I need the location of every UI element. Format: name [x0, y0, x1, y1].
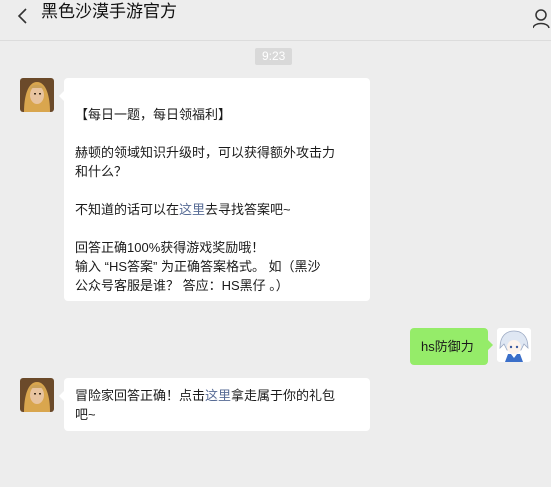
anime-girl-avatar-icon [497, 328, 531, 362]
message-line: 赫顿的领域知识升级时，可以获得额外攻击力 [75, 145, 336, 160]
message-line: 公众号客服是谁？ 答应：HS黑仔 。） [75, 278, 289, 293]
message-line: 不知道的话可以在这里去寻找答案吧~ [75, 202, 291, 217]
message-line: 吧~ [75, 407, 96, 422]
back-button[interactable] [14, 4, 34, 30]
answer-link[interactable]: 这里 [179, 202, 205, 217]
chat-title: 黑色沙漠手游官方 [41, 2, 177, 21]
user-avatar[interactable] [497, 328, 531, 362]
message-bubble-user[interactable]: hs防御力 [410, 328, 493, 365]
message-bubble-question[interactable]: 【每日一题，每日领福利】 赫顿的领域知识升级时，可以获得额外攻击力 和什么？ 不… [59, 78, 370, 301]
timestamp: 9:23 [255, 48, 293, 65]
message-line: 【每日一题，每日领福利】 [75, 107, 232, 122]
person-icon [532, 9, 550, 29]
gift-link[interactable]: 这里 [205, 388, 231, 403]
message-line: 输入 “HS答案” 为正确答案格式。 如（黑沙 [75, 259, 321, 274]
character-avatar-icon [20, 378, 54, 412]
profile-button[interactable] [532, 6, 551, 30]
message-line: 回答正确100%获得游戏奖励哦！ [75, 240, 265, 255]
official-avatar[interactable] [20, 78, 54, 112]
message-line: 和什么？ [75, 164, 128, 179]
chevron-left-icon [17, 8, 27, 24]
chat-header: 黑色沙漠手游官方 [0, 0, 551, 41]
message-bubble-reply[interactable]: 冒险家回答正确！点击这里拿走属于你的礼包 吧~ [59, 378, 370, 431]
character-avatar-icon [20, 78, 54, 112]
official-avatar[interactable] [20, 378, 54, 412]
message-line: 冒险家回答正确！点击这里拿走属于你的礼包 [75, 388, 336, 403]
message-text: hs防御力 [421, 339, 474, 354]
